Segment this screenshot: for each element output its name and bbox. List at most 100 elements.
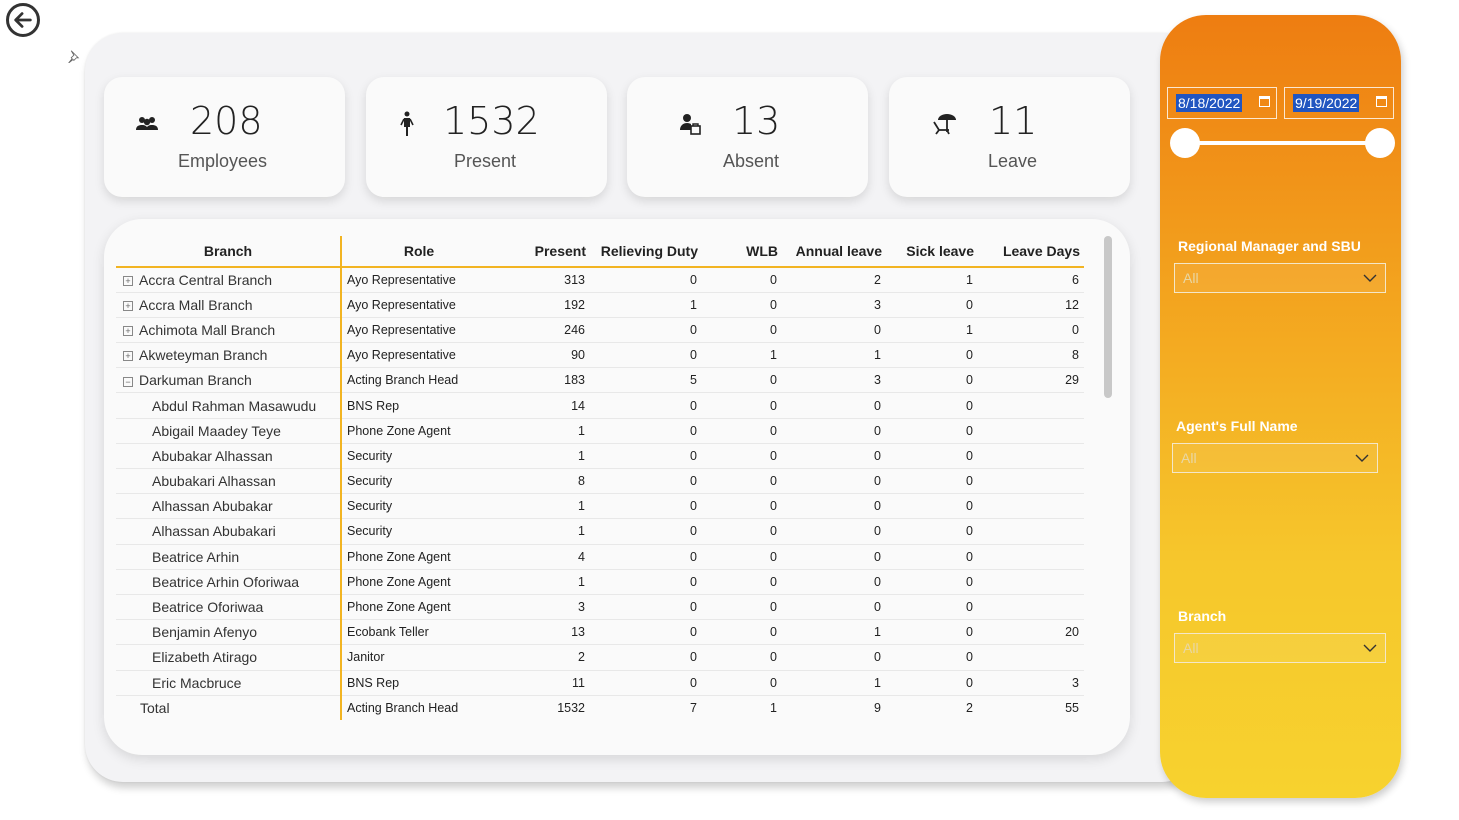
row-name: Accra Mall Branch [139, 296, 253, 313]
kpi-value: 208 [190, 99, 263, 143]
role-cell: Janitor [341, 644, 496, 671]
role-cell: Ayo Representative [341, 292, 496, 318]
employee-row[interactable]: Alhassan Abubakar Security 1 0 0 0 0 [116, 493, 1084, 520]
value-cell: 3 [978, 670, 1084, 696]
calendar-icon[interactable] [1259, 96, 1270, 107]
value-cell: 3 [496, 594, 590, 621]
value-cell: 0 [886, 443, 978, 470]
value-cell [978, 594, 1084, 621]
employee-row[interactable]: Eric Macbruce BNS Rep 11 0 0 1 0 3 [116, 670, 1084, 696]
column-header-annual-leave[interactable]: Annual leave [782, 236, 886, 268]
date-range-slider-track[interactable] [1185, 141, 1380, 145]
row-name: Benjamin Afenyo [152, 624, 258, 641]
employee-row[interactable]: Elizabeth Atirago Janitor 2 0 0 0 0 [116, 644, 1084, 671]
employee-row[interactable]: Beatrice Arhin Phone Zone Agent 4 0 0 0 0 [116, 544, 1084, 570]
column-header-branch[interactable]: Branch [116, 236, 342, 268]
column-header-sick-leave[interactable]: Sick leave [886, 236, 978, 268]
back-button[interactable] [6, 3, 40, 37]
value-cell: 0 [590, 317, 702, 344]
value-cell: 0 [702, 418, 782, 444]
branch-filter-dropdown[interactable]: All [1174, 633, 1386, 663]
value-cell: 0 [886, 342, 978, 369]
regional-manager-dropdown[interactable]: All [1174, 263, 1386, 293]
row-name: Alhassan Abubakar [152, 498, 273, 515]
calendar-icon[interactable] [1376, 96, 1387, 107]
employee-row[interactable]: Abubakar Alhassan Security 1 0 0 0 0 [116, 443, 1084, 470]
agent-name-dropdown[interactable]: All [1172, 443, 1378, 473]
expand-icon[interactable]: + [123, 326, 133, 337]
total-value-cell: 2 [966, 701, 973, 716]
value-cell: 90 [496, 342, 590, 369]
expand-icon[interactable]: + [123, 276, 133, 287]
value-cell: 1 [496, 443, 590, 470]
employee-row[interactable]: Benjamin Afenyo Ecobank Teller 13 0 0 1 0 20 [116, 619, 1084, 646]
value-cell: 5 [590, 367, 702, 394]
value-cell [978, 392, 1084, 419]
employee-row[interactable]: Alhassan Abubakari Security 1 0 0 0 0 [116, 518, 1084, 545]
value-cell: 0 [782, 418, 886, 444]
value-cell: 0 [590, 267, 702, 293]
kpi-value: 13 [732, 99, 781, 143]
column-header-leave-days[interactable]: Leave Days [978, 236, 1084, 268]
branch-cell: + Accra Central Branch [116, 267, 342, 293]
row-name: Akweteyman Branch [139, 347, 268, 364]
kpi-card-absent: 13 Absent [627, 77, 868, 197]
value-cell: 0 [590, 392, 702, 419]
expand-icon[interactable]: + [123, 351, 133, 362]
start-date-input[interactable]: 8/18/2022 [1167, 87, 1277, 119]
branch-row[interactable]: + Accra Mall Branch Ayo Representative 192 1… [116, 292, 1084, 318]
value-cell: 0 [590, 443, 702, 470]
row-name: Achimota Mall Branch [139, 321, 276, 338]
employee-row[interactable]: Beatrice Arhin Oforiwaa Phone Zone Agent 1… [116, 569, 1084, 595]
value-cell: 20 [978, 619, 1084, 646]
branch-row[interactable]: + Akweteyman Branch Ayo Representative 90 0 1… [116, 342, 1084, 369]
kpi-label: Employees [178, 151, 268, 171]
branch-row[interactable]: + Achimota Mall Branch Ayo Representative 2… [116, 317, 1084, 344]
value-cell: 0 [702, 443, 782, 470]
total-value-cell: 9 [874, 701, 881, 716]
branch-cell: Beatrice Oforiwaa [116, 594, 342, 621]
value-cell [978, 544, 1084, 570]
value-cell: 0 [886, 619, 978, 646]
branch-row[interactable]: + Accra Central Branch Ayo Representative 3… [116, 267, 1084, 293]
employee-row[interactable]: Abigail Maadey Teye Phone Zone Agent 1 0 0 0 0 [116, 418, 1084, 444]
value-cell: 12 [978, 292, 1084, 318]
total-label: Total [116, 695, 342, 721]
row-name: Abigail Maadey Teye [152, 422, 281, 439]
total-row: Total Acting Branch Head 1532 7 1 9 2 55 [116, 695, 1084, 721]
column-header-present[interactable]: Present [496, 236, 590, 268]
branch-cell: − Darkuman Branch [116, 367, 342, 394]
employee-row[interactable]: Abdul Rahman Masawudu BNS Rep 14 0 0 0 0 [116, 392, 1084, 419]
row-name: Beatrice Arhin Oforiwaa [152, 573, 300, 590]
value-cell: 0 [590, 544, 702, 570]
employee-row[interactable]: Beatrice Oforiwaa Phone Zone Agent 3 0 0 0 0 [116, 594, 1084, 621]
branch-cell: Beatrice Arhin [116, 544, 342, 570]
employee-row[interactable]: Abubakari Alhassan Security 8 0 0 0 0 [116, 468, 1084, 495]
pin-icon[interactable] [66, 49, 80, 63]
table-scrollbar[interactable] [1104, 236, 1112, 398]
kpi-card-employees: 208 Employees [104, 77, 345, 197]
column-header-relieving-duty[interactable]: Relieving Duty [590, 236, 702, 268]
role-cell: Security [341, 468, 496, 495]
people-icon [132, 109, 162, 139]
value-cell: 0 [782, 443, 886, 470]
branch-row[interactable]: − Darkuman Branch Acting Branch Head 183 5 0 3… [116, 367, 1084, 394]
value-cell: 1 [782, 342, 886, 369]
date-range-slider-end-handle[interactable] [1365, 128, 1395, 158]
value-cell: 1 [496, 493, 590, 520]
expand-icon[interactable]: + [123, 301, 133, 312]
collapse-icon[interactable]: − [123, 376, 133, 387]
value-cell: 0 [590, 468, 702, 495]
value-cell: 3 [782, 292, 886, 318]
column-header-role[interactable]: Role [341, 236, 496, 268]
branch-cell: Abubakar Alhassan [116, 443, 342, 470]
row-name: Eric Macbruce [152, 674, 242, 691]
branch-filter-value: All [1183, 640, 1199, 656]
column-header-wlb[interactable]: WLB [702, 236, 782, 268]
value-cell: 0 [782, 594, 886, 621]
end-date-input[interactable]: 9/19/2022 [1284, 87, 1394, 119]
date-range-slider-start-handle[interactable] [1170, 128, 1200, 158]
role-cell: Ayo Representative [341, 342, 496, 369]
branch-filter-label: Branch [1178, 608, 1227, 624]
value-cell: 0 [782, 518, 886, 545]
